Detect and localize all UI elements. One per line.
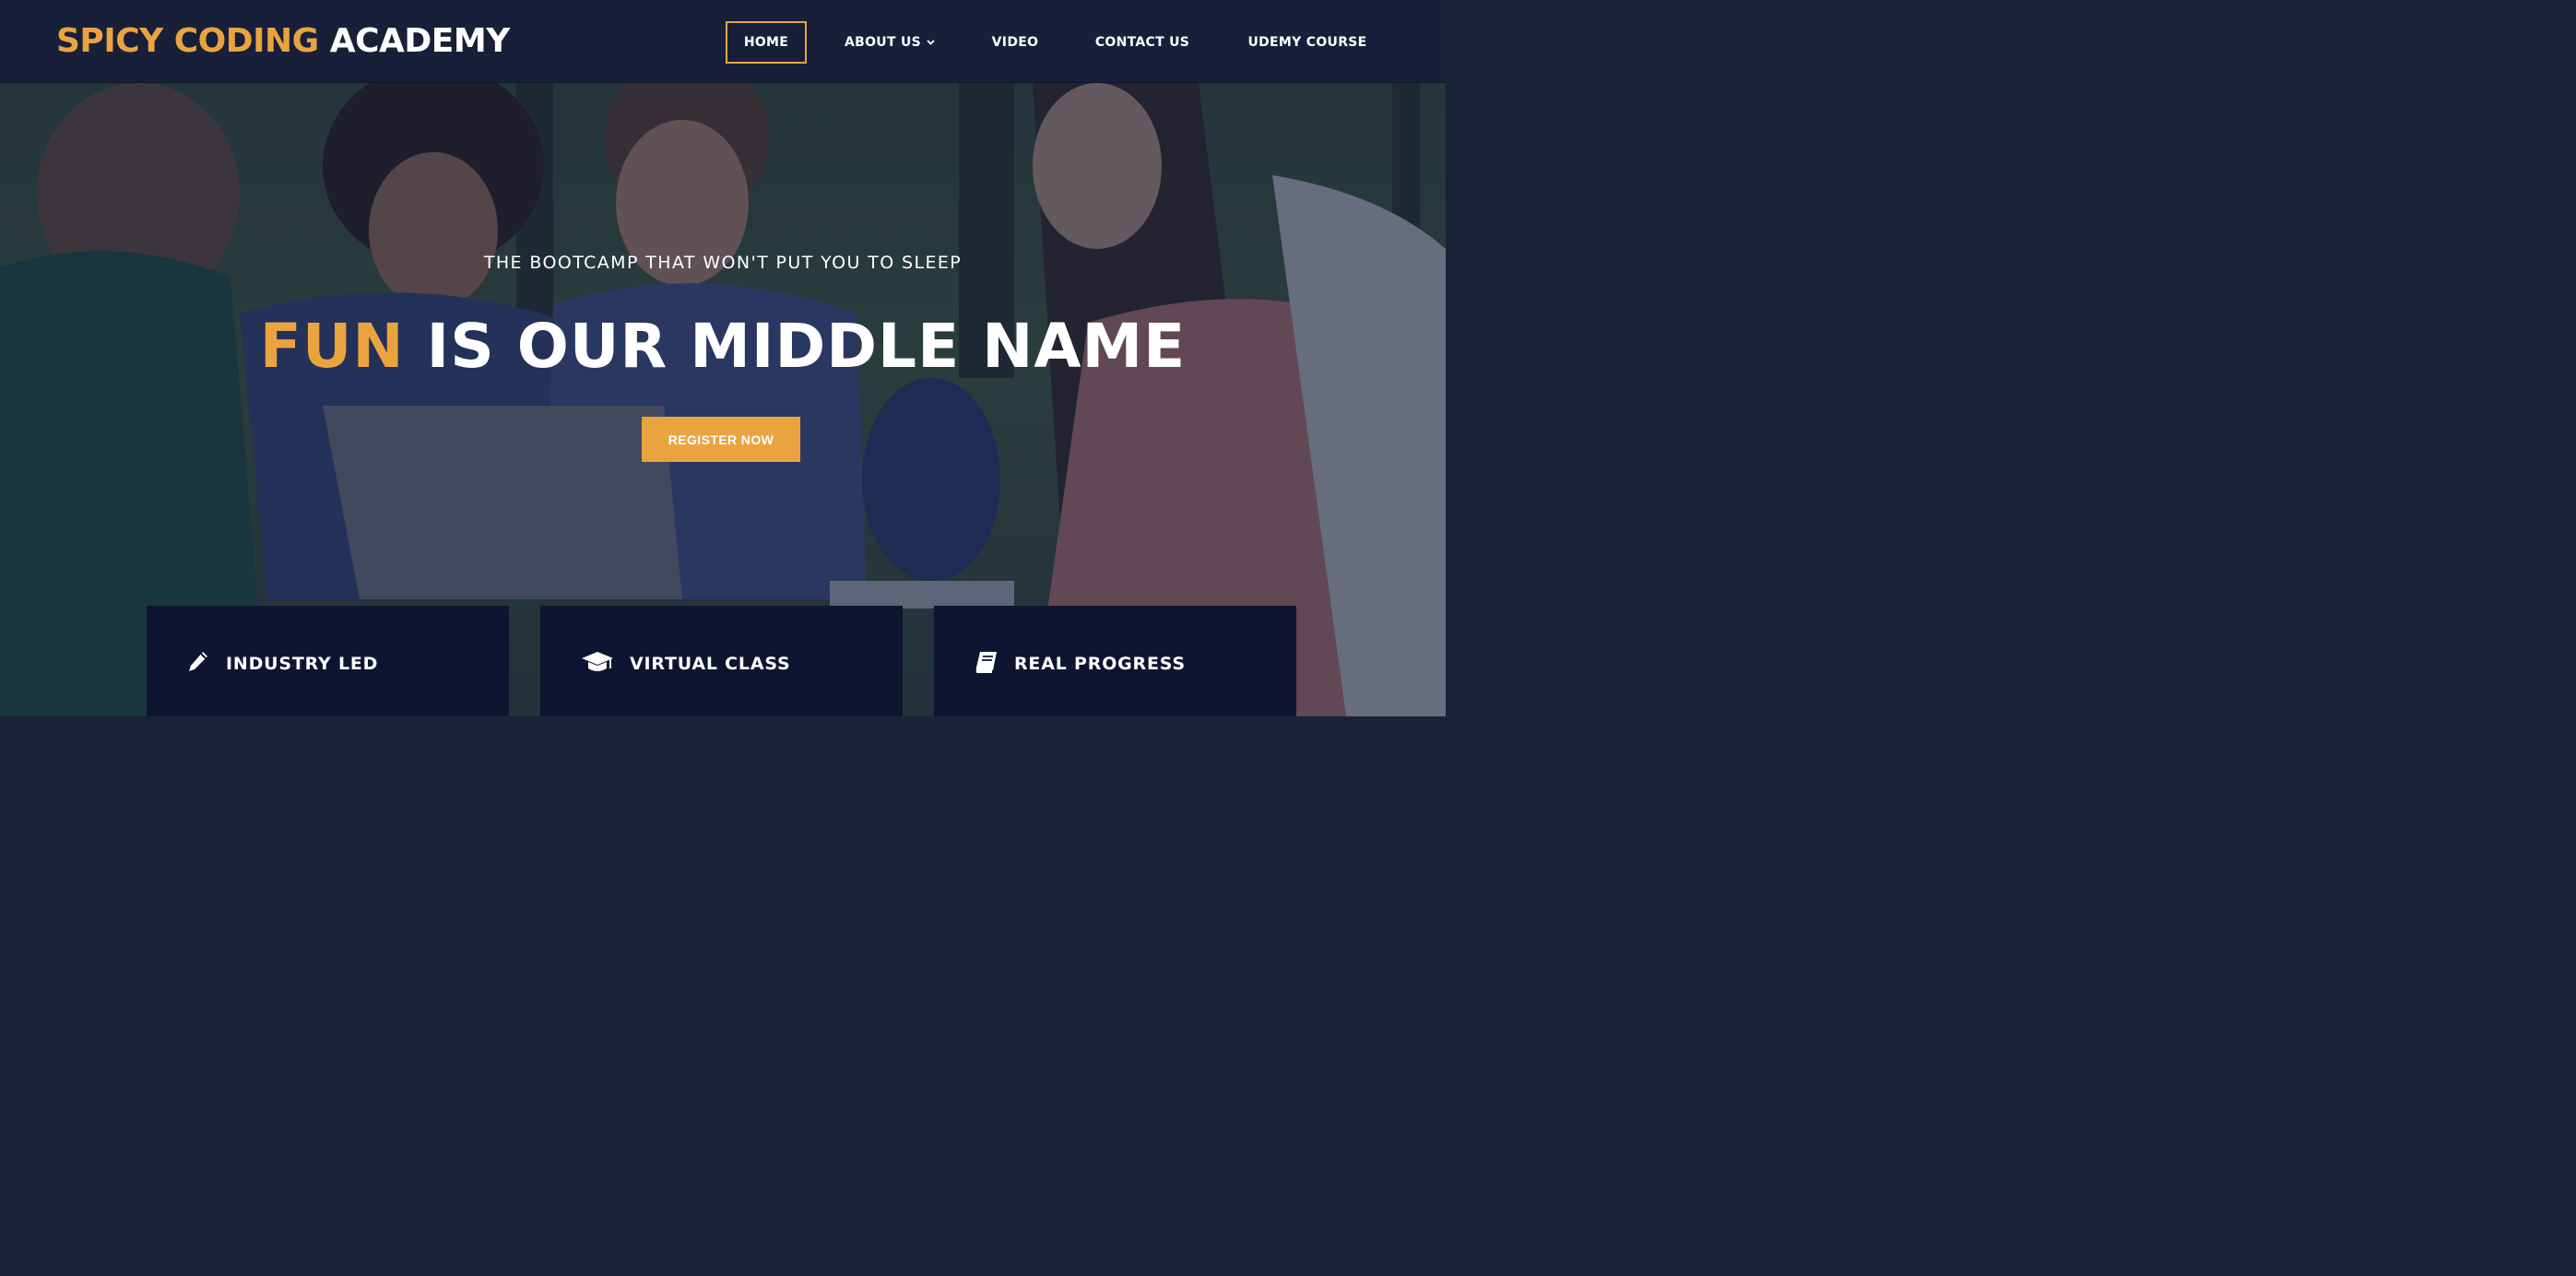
nav-home-label: HOME xyxy=(743,35,789,50)
top-navbar: SPICY CODING ACADEMY HOME ABOUT US VIDEO… xyxy=(0,0,1446,83)
feature-card-industry-led: INDUSTRY LED xyxy=(147,606,509,716)
nav-about-label: ABOUT US xyxy=(844,35,922,50)
feature-label: INDUSTRY LED xyxy=(226,654,379,674)
nav-video-label: VIDEO xyxy=(991,35,1039,50)
nav-udemy-label: UDEMY COURSE xyxy=(1247,35,1367,50)
nav-udemy-link[interactable]: UDEMY COURSE xyxy=(1235,21,1379,64)
nav-contact-link[interactable]: CONTACT US xyxy=(1083,21,1201,64)
hero-title: FUN IS OUR MIDDLE NAME xyxy=(0,302,1446,391)
logo-accent-text: SPICY CODING xyxy=(56,22,319,60)
register-now-button[interactable]: REGISTER NOW xyxy=(642,417,800,462)
pencil-icon xyxy=(187,650,209,678)
nav-home-link[interactable]: HOME xyxy=(726,21,807,64)
nav-video-link[interactable]: VIDEO xyxy=(980,21,1050,64)
feature-label: REAL PROGRESS xyxy=(1014,654,1186,674)
feature-label: VIRTUAL CLASS xyxy=(630,654,791,674)
site-logo[interactable]: SPICY CODING ACADEMY xyxy=(56,20,510,63)
feature-card-real-progress: REAL PROGRESS xyxy=(934,606,1296,716)
nav-contact-label: CONTACT US xyxy=(1094,35,1190,50)
hero-title-rest: IS OUR MIDDLE NAME xyxy=(426,311,1187,382)
book-icon xyxy=(975,650,998,678)
hero-title-accent: FUN xyxy=(259,311,405,382)
logo-text: ACADEMY xyxy=(329,22,511,60)
graduation-cap-icon xyxy=(581,650,614,678)
hero-subtitle: THE BOOTCAMP THAT WON'T PUT YOU TO SLEEP xyxy=(483,253,963,273)
feature-card-virtual-class: VIRTUAL CLASS xyxy=(540,606,903,716)
nav-about-link[interactable]: ABOUT US xyxy=(834,21,945,64)
chevron-down-icon xyxy=(927,40,935,45)
